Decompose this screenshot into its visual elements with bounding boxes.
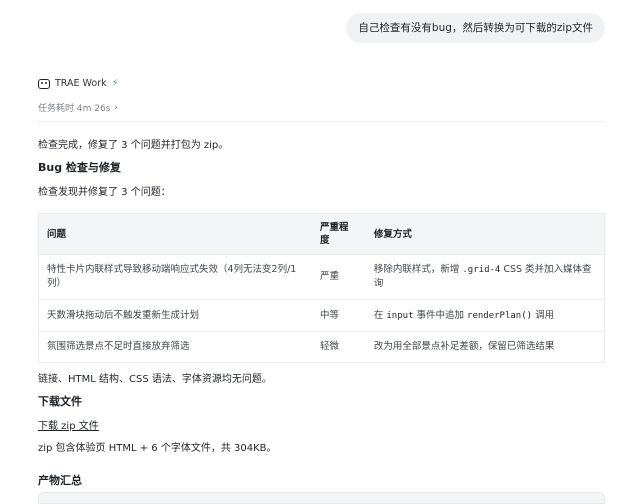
fix-cell: 在 input 事件中追加 renderPlan() 调用 — [365, 299, 605, 332]
summary-text: 链接、HTML 结构、CSS 语法、字体资源均无问题。 — [38, 374, 272, 385]
task-duration-label: 任务耗时 4m 26s — [38, 104, 111, 114]
table-row: 氛围筛选景点不足时直接放弃筛选 轻微 改为用全部景点补足差额，保留已筛选结果 — [38, 331, 605, 363]
chevron-right-icon: › — [114, 102, 118, 113]
agent-header: TRAE Work ⚡ — [38, 78, 119, 89]
download-description: zip 包含体验页 HTML + 6 个字体文件，共 304KB。 — [38, 443, 277, 454]
output-summary-heading: 产物汇总 — [38, 474, 82, 487]
agent-name: TRAE Work — [55, 78, 107, 89]
header-severity: 严重程 度 — [311, 213, 366, 255]
download-zip-link[interactable]: 下载 zip 文件 — [38, 417, 99, 432]
response-intro: 检查完成，修复了 3 个问题并打包为 zip。 — [38, 140, 229, 151]
bug-intro: 检查发现并修复了 3 个问题： — [38, 187, 171, 198]
task-duration-toggle[interactable]: 任务耗时 4m 26s › — [38, 101, 118, 115]
user-message-bubble: 自己检查有没有bug，然后转换为可下载的zip文件 — [346, 13, 605, 43]
fix-cell: 移除内联样式，新增 .grid-4 CSS 类并加入媒体查询 — [365, 254, 605, 300]
issue-cell: 天数滑块拖动后不触发重新生成计划 — [38, 299, 312, 332]
fix-cell: 改为用全部景点补足差额，保留已筛选结果 — [365, 331, 605, 363]
issue-cell: 特性卡片内联样式导致移动端响应式失效（4列无法变2列/1 列） — [38, 254, 312, 300]
severity-cell: 严重 — [311, 254, 366, 300]
output-summary-box — [38, 492, 605, 504]
table-row: 特性卡片内联样式导致移动端响应式失效（4列无法变2列/1 列） 严重 移除内联样式… — [38, 254, 605, 300]
divider — [38, 121, 605, 122]
table-row: 天数滑块拖动后不触发重新生成计划 中等 在 input 事件中追加 render… — [38, 299, 605, 332]
lightning-icon: ⚡ — [111, 77, 119, 89]
bug-table: 问题 严重程 度 修复方式 特性卡片内联样式导致移动端响应式失效（4列无法变2列… — [38, 213, 605, 363]
table-header-row: 问题 严重程 度 修复方式 — [38, 213, 605, 255]
download-heading: 下载文件 — [38, 395, 82, 408]
bug-heading: Bug 检查与修复 — [38, 161, 121, 174]
severity-cell: 轻微 — [311, 331, 366, 363]
severity-cell: 中等 — [311, 299, 366, 332]
header-fix: 修复方式 — [365, 213, 605, 255]
issue-cell: 氛围筛选景点不足时直接放弃筛选 — [38, 331, 312, 363]
trae-logo-icon — [38, 78, 50, 89]
header-issue: 问题 — [38, 213, 312, 255]
